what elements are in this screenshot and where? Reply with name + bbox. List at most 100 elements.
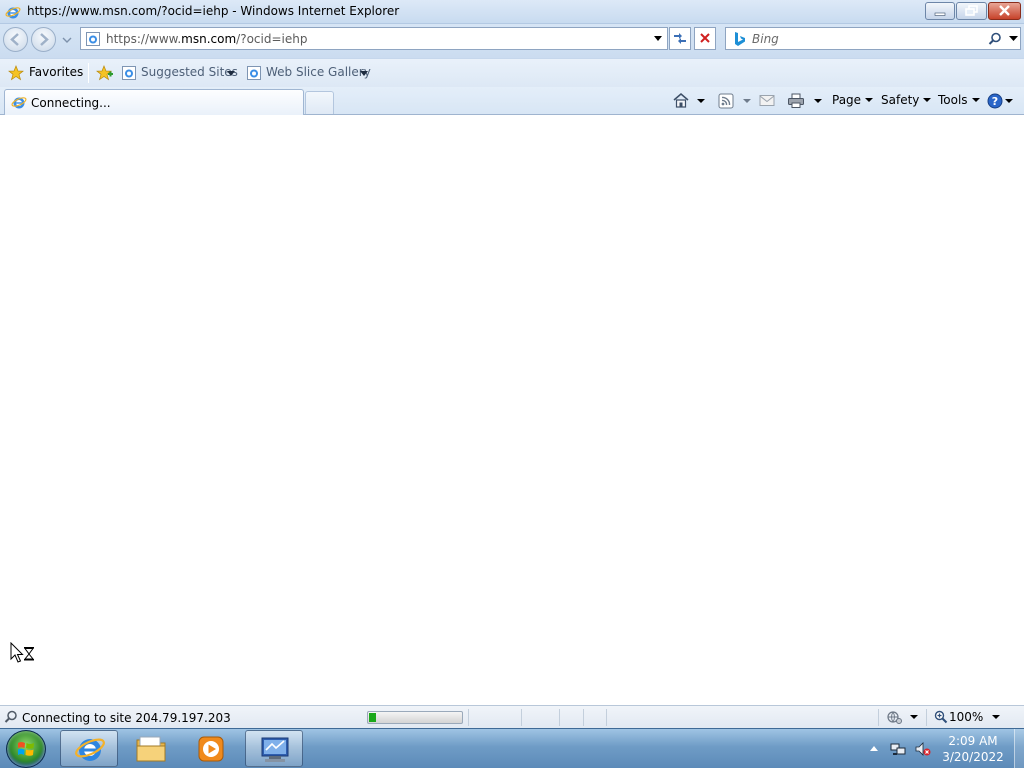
recent-pages-dropdown-icon[interactable] [62, 36, 72, 44]
taskbar-media-player[interactable] [182, 730, 240, 767]
internet-explorer-icon [5, 7, 21, 19]
navigation-bar: https://www.msn.com/?ocid=iehp Bing [0, 24, 1024, 58]
rss-feed-icon [718, 93, 734, 109]
status-text: Connecting to site 204.79.197.203 [22, 711, 231, 725]
svg-text:?: ? [992, 95, 998, 108]
separator [926, 709, 927, 726]
title-bar: https://www.msn.com/?ocid=iehp - Windows… [0, 0, 1024, 24]
zoom-level: 100% [949, 710, 984, 724]
arrow-left-icon [10, 33, 19, 46]
page-icon [86, 32, 100, 46]
help-menu[interactable]: ? [986, 90, 1016, 112]
close-icon [999, 5, 1010, 16]
busy-cursor-icon [10, 642, 35, 663]
favorites-button[interactable]: Favorites [4, 62, 83, 84]
taskbar-file-explorer[interactable] [122, 730, 180, 767]
minimize-icon [934, 12, 946, 16]
separator [468, 709, 469, 726]
suggested-sites-label: Suggested Sites [141, 65, 238, 79]
help-dropdown-icon [1005, 99, 1013, 103]
stop-icon [700, 33, 710, 43]
taskbar: 2:09 AM 3/20/2022 [0, 728, 1024, 768]
internet-explorer-icon [11, 97, 27, 109]
zoom-icon [934, 710, 948, 724]
tools-menu[interactable]: Tools [938, 93, 980, 107]
tab-active[interactable]: Connecting... [4, 89, 304, 115]
page-menu[interactable]: Page [832, 93, 874, 107]
help-icon: ? [987, 93, 1003, 109]
search-placeholder: Bing [752, 32, 779, 46]
search-box[interactable]: Bing [725, 27, 1021, 50]
restore-button[interactable] [956, 2, 987, 20]
ie-page-icon [122, 66, 136, 80]
address-bar[interactable]: https://www.msn.com/?ocid=iehp [80, 27, 668, 50]
taskbar-network-monitor[interactable] [245, 730, 303, 767]
close-button[interactable] [988, 2, 1021, 20]
favorites-bar: Favorites Suggested Sites Web Slice Gall… [0, 58, 1024, 87]
globe-gear-icon [887, 711, 902, 724]
zoom-button[interactable]: 100% [932, 709, 1004, 726]
search-options-dropdown-icon[interactable] [1009, 36, 1018, 42]
network-icon[interactable] [890, 741, 906, 757]
page-content[interactable] [0, 116, 1024, 705]
arrow-right-icon [40, 33, 49, 46]
chevron-down-icon [227, 71, 235, 76]
separator [559, 709, 560, 726]
protected-mode-button[interactable] [884, 709, 922, 726]
home-button[interactable] [671, 90, 709, 112]
separator [583, 709, 584, 726]
tab-title: Connecting... [31, 96, 111, 110]
web-slice-gallery-link[interactable]: Web Slice Gallery [243, 62, 373, 84]
print-dropdown-icon [814, 99, 822, 103]
home-dropdown-icon [697, 99, 705, 103]
taskbar-internet-explorer[interactable] [60, 730, 118, 767]
media-player-icon [198, 736, 224, 762]
print-button[interactable] [786, 90, 824, 112]
safety-menu[interactable]: Safety [881, 93, 932, 107]
minimize-button[interactable] [925, 2, 955, 20]
forward-button[interactable] [31, 27, 56, 52]
broken-page-icon [674, 33, 686, 44]
address-url[interactable]: https://www.msn.com/?ocid=iehp [106, 32, 307, 46]
clock-time: 2:09 AM [948, 734, 998, 748]
compatibility-view-button[interactable] [669, 27, 691, 50]
feeds-button[interactable] [716, 90, 754, 112]
system-clock[interactable]: 2:09 AM 3/20/2022 [940, 733, 1006, 765]
back-button[interactable] [3, 27, 28, 52]
chevron-down-icon [865, 98, 874, 102]
chevron-down-icon [992, 715, 1000, 719]
star-icon [8, 65, 24, 81]
chevron-down-icon [971, 98, 980, 102]
window-title: https://www.msn.com/?ocid=iehp - Windows… [27, 4, 400, 18]
chevron-down-icon [360, 71, 368, 76]
progress-bar-fill [369, 713, 376, 722]
chevron-down-icon [910, 715, 918, 719]
printer-icon [788, 93, 804, 108]
restore-icon [965, 5, 978, 16]
search-icon[interactable] [988, 32, 1002, 46]
new-tab-button[interactable] [305, 91, 334, 114]
network-monitor-icon [261, 737, 289, 762]
progress-bar [367, 711, 463, 724]
file-explorer-icon [136, 736, 166, 762]
bing-logo-icon [735, 32, 745, 46]
read-mail-icon[interactable] [759, 94, 775, 107]
feeds-dropdown-icon [743, 99, 751, 103]
suggested-sites-link[interactable]: Suggested Sites [118, 62, 238, 84]
stop-button[interactable] [694, 27, 716, 50]
status-bar: Connecting to site 204.79.197.203 100% [0, 705, 1024, 728]
web-slice-gallery-label: Web Slice Gallery [266, 65, 371, 79]
show-hidden-icons-icon[interactable] [869, 745, 879, 752]
start-button[interactable] [6, 730, 46, 768]
chevron-down-icon [923, 98, 932, 102]
tab-command-bar: Connecting... Page Safety Tools ? [0, 87, 1024, 115]
volume-muted-icon[interactable] [915, 741, 931, 757]
ie-page-icon [247, 66, 261, 80]
show-desktop-button[interactable] [1014, 729, 1024, 768]
address-dropdown-icon[interactable] [653, 35, 663, 43]
clock-date: 3/20/2022 [942, 750, 1004, 764]
internet-explorer-icon [75, 738, 105, 761]
separator [606, 709, 607, 726]
separator [88, 63, 89, 83]
add-to-favorites-bar-icon[interactable] [96, 65, 114, 81]
